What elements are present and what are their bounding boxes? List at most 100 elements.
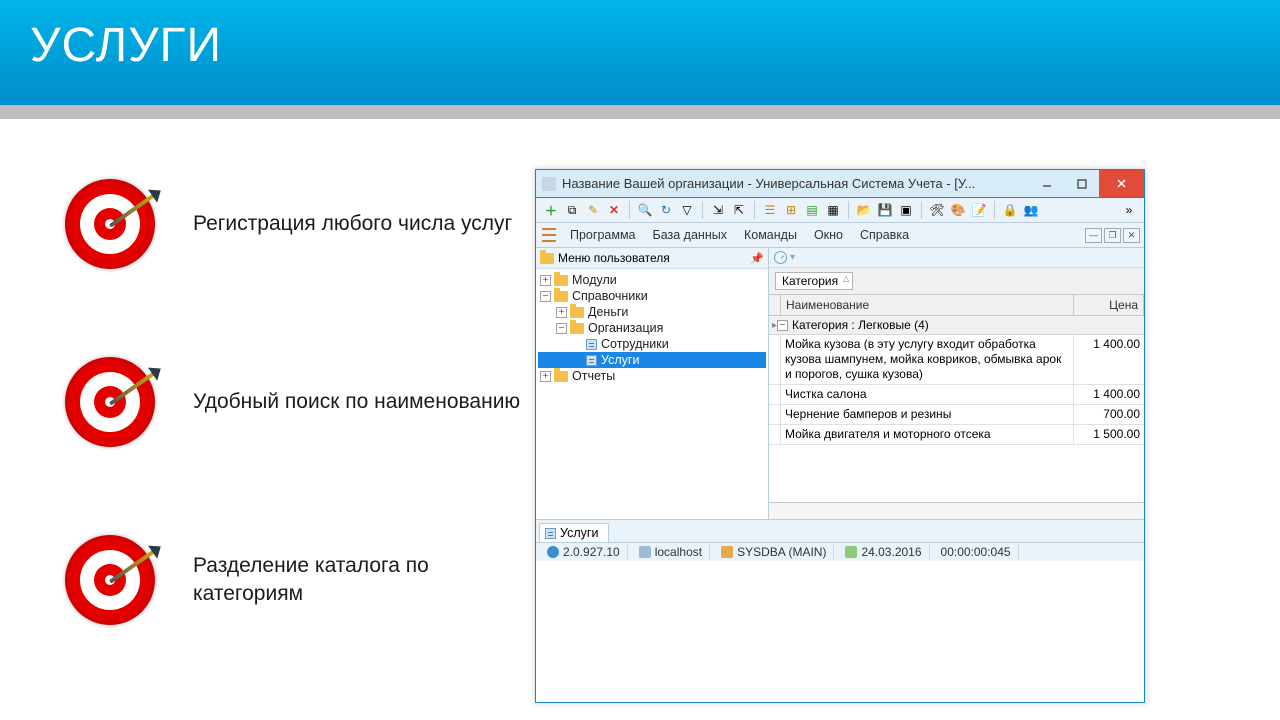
table-row[interactable]: Мойка кузова (в эту услугу входит обрабо… — [769, 335, 1144, 385]
lock-icon[interactable]: 🔒 — [1001, 201, 1019, 219]
expand-icon[interactable]: + — [540, 371, 551, 382]
user-icon — [721, 546, 733, 558]
group-column-chip[interactable]: Категория — [775, 272, 853, 290]
grid-header: Наименование Цена — [769, 295, 1144, 316]
save-icon[interactable]: 💾 — [876, 201, 894, 219]
print-icon[interactable]: ▣ — [897, 201, 915, 219]
info-icon — [547, 546, 559, 558]
column-header-name[interactable]: Наименование — [781, 295, 1074, 315]
feature-text: Разделение каталога по категориям — [193, 552, 535, 609]
refresh-icon[interactable]: ↻ — [657, 201, 675, 219]
menu-help[interactable]: Справка — [853, 226, 916, 244]
search-icon[interactable]: 🔍 — [636, 201, 654, 219]
app-icon — [542, 177, 556, 191]
tree-icon[interactable]: ⊞ — [782, 201, 800, 219]
edit-icon[interactable]: ✎ — [584, 201, 602, 219]
menu-program[interactable]: Программа — [563, 226, 643, 244]
column-header-price[interactable]: Цена — [1074, 295, 1144, 315]
group-row[interactable]: ▸ − Категория : Легковые (4) — [769, 316, 1144, 335]
open-icon[interactable]: 📂 — [855, 201, 873, 219]
target-icon — [55, 347, 165, 457]
clock-icon[interactable] — [774, 251, 787, 264]
tree-node-dictionaries[interactable]: − Справочники — [538, 288, 766, 304]
server-icon — [639, 546, 651, 558]
add-icon[interactable]: ＋ — [542, 201, 560, 219]
tools-icon[interactable]: 🛠 — [928, 201, 946, 219]
folder-icon — [554, 275, 568, 286]
feature-item: Регистрация любого числа услуг — [55, 169, 535, 279]
sidebar-header: Меню пользователя 📌 — [536, 248, 768, 269]
target-icon — [55, 169, 165, 279]
menu-database[interactable]: База данных — [646, 226, 734, 244]
mdi-restore-button[interactable]: ❐ — [1104, 228, 1121, 243]
status-host-text: localhost — [655, 545, 702, 559]
feature-item: Удобный поиск по наименованию — [55, 347, 535, 457]
tree-node-employees[interactable]: Сотрудники — [538, 336, 766, 352]
menu-commands[interactable]: Команды — [737, 226, 804, 244]
tree-label: Деньги — [588, 305, 628, 319]
cell-price: 1 400.00 — [1074, 385, 1144, 404]
chevron-down-icon[interactable]: ▾ — [790, 252, 795, 263]
view-icon[interactable]: ▦ — [824, 201, 842, 219]
hero-banner: УСЛУГИ — [0, 0, 1280, 105]
expand-icon[interactable]: + — [556, 307, 567, 318]
note-icon[interactable]: 📝 — [970, 201, 988, 219]
tree-node-money[interactable]: + Деньги — [538, 304, 766, 320]
delete-icon[interactable]: ✕ — [605, 201, 623, 219]
grid-body: ▸ − Категория : Легковые (4) Мойка кузов… — [769, 316, 1144, 502]
list-icon[interactable]: ☰ — [761, 201, 779, 219]
import-icon[interactable]: ⇲ — [709, 201, 727, 219]
export-icon[interactable]: ⇱ — [730, 201, 748, 219]
list-item-icon — [586, 355, 597, 366]
cell-price: 700.00 — [1074, 405, 1144, 424]
tree-label: Модули — [572, 273, 617, 287]
tree-node-reports[interactable]: + Отчеты — [538, 368, 766, 384]
group-bar[interactable]: Категория — [769, 268, 1144, 295]
users-icon[interactable]: 👥 — [1022, 201, 1040, 219]
folder-icon — [554, 371, 568, 382]
maximize-button[interactable] — [1064, 170, 1099, 197]
table-row[interactable]: Мойка двигателя и моторного отсека 1 500… — [769, 425, 1144, 445]
tree-node-services[interactable]: Услуги — [538, 352, 766, 368]
collapse-icon[interactable]: − — [556, 323, 567, 334]
folder-icon — [540, 253, 554, 264]
tree-label: Отчеты — [572, 369, 615, 383]
cell-price: 1 500.00 — [1074, 425, 1144, 444]
palette-icon[interactable]: 🎨 — [949, 201, 967, 219]
collapse-icon[interactable]: − — [540, 291, 551, 302]
table-check-icon[interactable]: ▤ — [803, 201, 821, 219]
expand-icon[interactable]: + — [540, 275, 551, 286]
tree-node-modules[interactable]: + Модули — [538, 272, 766, 288]
tree-label: Организация — [588, 321, 663, 335]
pin-icon[interactable]: 📌 — [750, 252, 764, 265]
tree-node-organization[interactable]: − Организация — [538, 320, 766, 336]
status-version-text: 2.0.927.10 — [563, 545, 620, 559]
collapse-icon[interactable]: − — [777, 320, 788, 331]
list-item-icon — [586, 339, 597, 350]
filter-icon[interactable]: ▽ — [678, 201, 696, 219]
table-row[interactable]: Чернение бамперов и резины 700.00 — [769, 405, 1144, 425]
doc-tab-services[interactable]: Услуги — [539, 523, 609, 542]
table-row[interactable]: Чистка салона 1 400.00 — [769, 385, 1144, 405]
status-date: 24.03.2016 — [838, 545, 929, 559]
copy-icon[interactable]: ⧉ — [563, 201, 581, 219]
minimize-button[interactable] — [1029, 170, 1064, 197]
tree-label: Сотрудники — [601, 337, 669, 351]
overflow-icon[interactable]: » — [1120, 201, 1138, 219]
menu-window[interactable]: Окно — [807, 226, 850, 244]
title-bar[interactable]: Название Вашей организации - Универсальн… — [536, 170, 1144, 198]
group-column-label: Категория — [782, 274, 838, 288]
data-panel: ▾ Категория Наименование Цена ▸ − — [769, 248, 1144, 519]
target-icon — [55, 525, 165, 635]
menu-handle-icon[interactable] — [542, 228, 556, 242]
sidebar-panel: Меню пользователя 📌 + Модули − Справочни… — [536, 248, 769, 519]
open-folder-icon — [570, 323, 584, 334]
mdi-minimize-button[interactable]: — — [1085, 228, 1102, 243]
mdi-close-button[interactable]: ✕ — [1123, 228, 1140, 243]
cell-price: 1 400.00 — [1074, 335, 1144, 384]
close-button[interactable] — [1099, 170, 1144, 197]
page-title: УСЛУГИ — [30, 18, 1250, 73]
tab-label: Услуги — [560, 526, 598, 540]
status-host: localhost — [632, 545, 710, 559]
grid-footer — [769, 502, 1144, 519]
